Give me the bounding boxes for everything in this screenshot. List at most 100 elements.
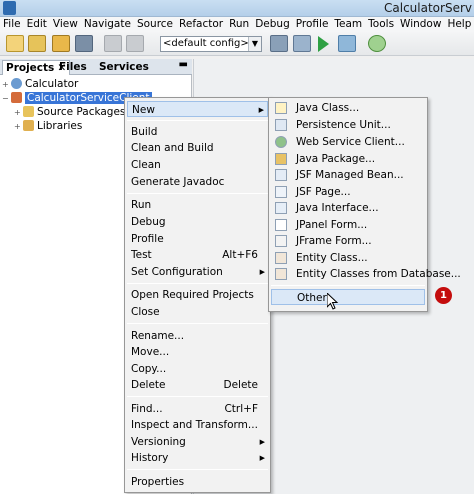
submenu-persistence-unit[interactable]: Persistence Unit... bbox=[271, 117, 425, 133]
menu-tools[interactable]: Tools bbox=[365, 17, 397, 32]
configuration-value: <default config> bbox=[163, 38, 249, 49]
shortcut-label: Alt+F6 bbox=[222, 249, 258, 261]
menu-item-clean[interactable]: Clean bbox=[127, 157, 268, 173]
menu-item-label: JPanel Form... bbox=[296, 219, 368, 231]
submenu-jsf-page[interactable]: JSF Page... bbox=[271, 184, 425, 200]
menu-item-close[interactable]: Close bbox=[127, 304, 268, 320]
menu-item-delete[interactable]: Delete Delete bbox=[127, 377, 268, 393]
tree-item-calculator[interactable]: + Calculator bbox=[2, 77, 78, 91]
menu-item-label: Web Service Client... bbox=[296, 136, 405, 148]
menu-item-label: Delete bbox=[131, 379, 166, 391]
build-hammer-icon[interactable] bbox=[270, 35, 288, 52]
menu-item-versioning[interactable]: Versioning ▶ bbox=[127, 434, 268, 450]
menu-file[interactable]: File bbox=[0, 17, 24, 32]
tab-services[interactable]: Services bbox=[96, 60, 152, 75]
shortcut-label: Ctrl+F bbox=[224, 403, 258, 415]
open-project-icon[interactable] bbox=[52, 35, 70, 52]
clean-build-icon[interactable] bbox=[293, 35, 311, 52]
menu-item-label: History bbox=[131, 452, 169, 464]
menu-item-label: Java Package... bbox=[296, 153, 376, 165]
new-project-icon[interactable] bbox=[28, 35, 46, 52]
submenu-arrow-icon: ▶ bbox=[259, 268, 265, 276]
menu-edit[interactable]: Edit bbox=[24, 17, 50, 32]
run-icon[interactable] bbox=[318, 36, 329, 52]
submenu-java-interface[interactable]: Java Interface... bbox=[271, 200, 425, 216]
menu-item-inspect[interactable]: Inspect and Transform... bbox=[127, 417, 268, 433]
menu-item-move[interactable]: Move... bbox=[127, 344, 268, 360]
shortcut-label: Delete bbox=[223, 379, 259, 391]
submenu-jframe-form[interactable]: JFrame Form... bbox=[271, 233, 425, 249]
tree-item-libraries[interactable]: + Libraries bbox=[14, 119, 82, 133]
menu-navigate[interactable]: Navigate bbox=[81, 17, 134, 32]
menu-view[interactable]: View bbox=[50, 17, 81, 32]
java-project-icon bbox=[11, 92, 22, 103]
chevron-down-icon[interactable]: ▼ bbox=[248, 37, 261, 51]
interface-icon bbox=[275, 202, 287, 214]
profile-icon[interactable] bbox=[368, 35, 386, 52]
menu-item-copy[interactable]: Copy... bbox=[127, 361, 268, 377]
web-project-icon bbox=[11, 78, 22, 89]
tab-files[interactable]: Files bbox=[56, 60, 90, 75]
web-service-icon bbox=[275, 136, 287, 148]
source-packages-icon bbox=[23, 106, 34, 117]
menu-item-label: Java Class... bbox=[296, 102, 360, 114]
menu-refactor[interactable]: Refactor bbox=[176, 17, 226, 32]
submenu-entity-class[interactable]: Entity Class... bbox=[271, 250, 425, 266]
debug-icon[interactable] bbox=[338, 35, 356, 52]
menu-item-label: Test bbox=[131, 249, 152, 261]
menu-bar: File Edit View Navigate Source Refactor … bbox=[0, 17, 474, 32]
menu-item-rename[interactable]: Rename... bbox=[127, 328, 268, 344]
menu-item-history[interactable]: History ▶ bbox=[127, 450, 268, 466]
submenu-java-class[interactable]: Java Class... bbox=[271, 100, 425, 116]
submenu-jpanel-form[interactable]: JPanel Form... bbox=[271, 217, 425, 233]
tab-projects-label: Projects bbox=[6, 62, 55, 74]
menu-item-new[interactable]: New ▶ bbox=[127, 101, 268, 117]
panel-tabs: Projects ✕ Files Services ▬ bbox=[0, 59, 192, 75]
menu-item-open-required[interactable]: Open Required Projects bbox=[127, 287, 268, 303]
menu-item-label: Versioning bbox=[131, 436, 186, 448]
tree-item-source-packages[interactable]: + Source Packages bbox=[14, 105, 125, 119]
minimize-icon[interactable]: ▬ bbox=[179, 59, 188, 70]
mouse-cursor-icon bbox=[327, 293, 339, 310]
submenu-web-service-client[interactable]: Web Service Client... bbox=[271, 134, 425, 150]
collapse-icon[interactable]: − bbox=[2, 92, 11, 106]
menu-item-javadoc[interactable]: Generate Javadoc bbox=[127, 174, 268, 190]
menu-item-clean-build[interactable]: Clean and Build bbox=[127, 140, 268, 156]
jpanel-form-icon bbox=[275, 219, 287, 231]
submenu-entity-classes-db[interactable]: Entity Classes from Database... bbox=[271, 266, 461, 282]
expand-icon[interactable]: + bbox=[2, 78, 11, 92]
submenu-jsf-managed-bean[interactable]: JSF Managed Bean... bbox=[271, 167, 425, 183]
project-context-menu: New ▶ Build Clean and Build Clean Generat… bbox=[124, 97, 271, 493]
menu-separator bbox=[127, 193, 268, 194]
menu-item-label: Persistence Unit... bbox=[296, 119, 391, 131]
menu-team[interactable]: Team bbox=[331, 17, 365, 32]
menu-profile[interactable]: Profile bbox=[293, 17, 332, 32]
configuration-select[interactable]: <default config> ▼ bbox=[160, 36, 262, 52]
menu-item-set-configuration[interactable]: Set Configuration ▶ bbox=[127, 264, 268, 280]
entity-database-icon bbox=[275, 268, 287, 280]
menu-item-test[interactable]: Test Alt+F6 bbox=[127, 247, 268, 263]
menu-item-properties[interactable]: Properties bbox=[127, 474, 268, 490]
menu-source[interactable]: Source bbox=[134, 17, 176, 32]
save-all-icon[interactable] bbox=[75, 35, 93, 52]
menu-debug[interactable]: Debug bbox=[252, 17, 293, 32]
undo-icon[interactable] bbox=[104, 35, 122, 52]
expand-icon[interactable]: + bbox=[14, 120, 23, 134]
submenu-arrow-icon: ▶ bbox=[259, 438, 265, 446]
menu-item-debug[interactable]: Debug bbox=[127, 214, 268, 230]
menu-window[interactable]: Window bbox=[397, 17, 444, 32]
menu-item-profile[interactable]: Profile bbox=[127, 231, 268, 247]
submenu-java-package[interactable]: Java Package... bbox=[271, 151, 425, 167]
menu-item-find[interactable]: Find... Ctrl+F bbox=[127, 401, 268, 417]
new-file-icon[interactable] bbox=[6, 35, 24, 52]
persistence-unit-icon bbox=[275, 119, 287, 131]
expand-icon[interactable]: + bbox=[14, 106, 23, 120]
menu-item-build[interactable]: Build bbox=[127, 124, 268, 140]
submenu-other[interactable]: Other... bbox=[271, 289, 425, 305]
menu-run[interactable]: Run bbox=[226, 17, 252, 32]
jsf-page-icon bbox=[275, 186, 287, 198]
menu-help[interactable]: Help bbox=[444, 17, 474, 32]
menu-item-run[interactable]: Run bbox=[127, 197, 268, 213]
redo-icon[interactable] bbox=[126, 35, 144, 52]
tree-label: Libraries bbox=[37, 120, 83, 132]
